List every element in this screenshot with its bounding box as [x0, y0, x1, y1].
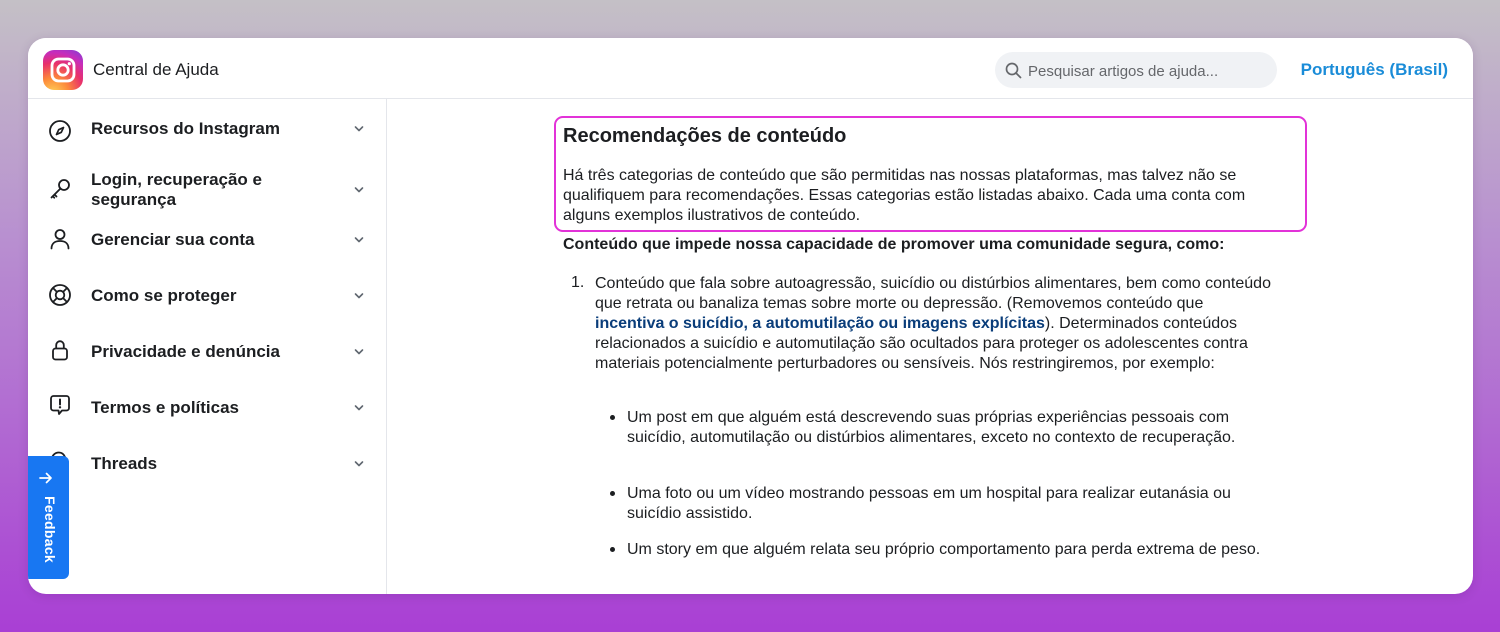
sidebar-item-label: Recursos do Instagram — [91, 119, 280, 138]
sidebar-item-privacidade[interactable]: Privacidade e denúncia — [28, 337, 386, 367]
list-item-text: Conteúdo que fala sobre autoagressão, su… — [595, 275, 1271, 312]
chevron-down-icon — [354, 461, 364, 467]
sidebar-item-proteger[interactable]: Como se proteger — [28, 281, 386, 311]
bullet-marker — [610, 547, 615, 552]
help-center-window: Central de Ajuda Português (Brasil) Recu… — [28, 38, 1473, 594]
sidebar-item-label: Privacidade e denúncia — [91, 342, 280, 361]
search-input[interactable] — [1026, 52, 1270, 90]
app-title[interactable]: Central de Ajuda — [93, 60, 219, 80]
bullet-marker — [610, 415, 615, 420]
feedback-label: Feedback — [42, 496, 58, 563]
top-header: Central de Ajuda Português (Brasil) — [28, 38, 1473, 99]
list-item: Conteúdo que fala sobre autoagressão, su… — [595, 274, 1275, 374]
person-icon — [50, 229, 70, 250]
compass-icon — [49, 120, 71, 142]
list-item: Uma foto ou um vídeo mostrando pessoas e… — [627, 485, 1231, 522]
article-intro: Há três categorias de conteúdo que são p… — [563, 167, 1246, 224]
list-item: Um story em que alguém relata seu própri… — [627, 541, 1261, 558]
sidebar-item-label: Gerenciar sua conta — [91, 230, 255, 249]
inline-link[interactable]: incentiva o suicídio, a automutilação ou… — [595, 315, 1045, 332]
article-title: Recomendações de conteúdo — [563, 125, 847, 147]
sidebar-item-termos[interactable]: Termos e políticas — [28, 393, 386, 423]
instagram-logo-icon[interactable] — [43, 50, 83, 90]
chevron-down-icon — [354, 405, 364, 411]
chevron-down-icon — [354, 293, 364, 299]
sidebar-item-recursos[interactable]: Recursos do Instagram — [28, 114, 386, 144]
sidebar-item-label: Login, recuperação e segurança — [91, 170, 262, 209]
alert-bubble-icon — [50, 395, 70, 415]
lock-icon — [52, 340, 68, 361]
list-item: Um post em que alguém está descrevendo s… — [627, 409, 1236, 446]
sidebar-item-label: Threads — [91, 454, 158, 473]
language-selector[interactable]: Português (Brasil) — [1301, 60, 1448, 80]
feedback-button[interactable]: Feedback — [28, 456, 69, 579]
sidebar-item-threads[interactable]: Threads — [28, 449, 386, 479]
sidebar-item-label: Termos e políticas — [91, 398, 240, 417]
key-icon — [50, 179, 70, 199]
search-icon — [1005, 62, 1022, 79]
chevron-down-icon — [354, 237, 364, 243]
chevron-down-icon — [354, 349, 364, 355]
chevron-down-icon — [354, 126, 364, 132]
list-number: 1. — [571, 274, 585, 291]
article-content: Recomendações de conteúdo Há três catego… — [387, 99, 1473, 594]
sidebar-item-login[interactable]: Login, recuperação e segurança — [28, 165, 386, 215]
section-heading: Conteúdo que impede nossa capacidade de … — [563, 236, 1225, 253]
search-box[interactable] — [995, 52, 1277, 90]
arrow-right-icon — [39, 472, 52, 484]
sidebar-item-label: Como se proteger — [91, 286, 237, 305]
sidebar-nav: Recursos do Instagram Login, recuperação… — [28, 99, 387, 594]
lifebuoy-icon — [49, 284, 71, 306]
chevron-down-icon — [354, 187, 364, 193]
sidebar-item-gerenciar[interactable]: Gerenciar sua conta — [28, 225, 386, 255]
bullet-marker — [610, 491, 615, 496]
